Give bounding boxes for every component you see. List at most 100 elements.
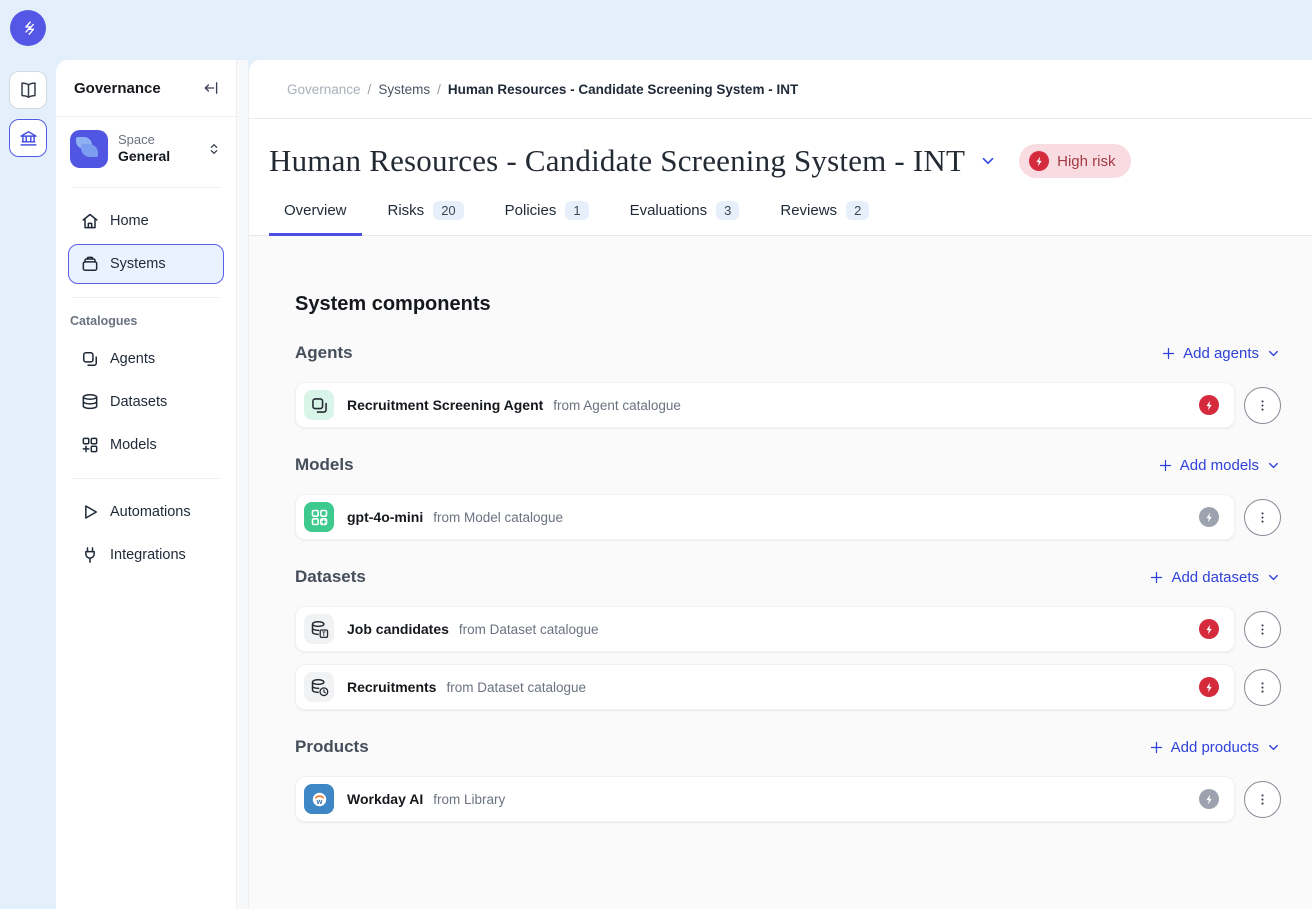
sidebar-item-home[interactable]: Home — [68, 201, 224, 241]
row-menu-button[interactable] — [1244, 611, 1281, 648]
sidebar-item-label: Models — [110, 437, 157, 453]
kebab-menu-icon — [1255, 398, 1270, 413]
sidebar-item-label: Agents — [110, 351, 155, 367]
row-menu-button[interactable] — [1244, 669, 1281, 706]
app-window: Governance Space General — [0, 0, 1312, 909]
datasets-section: Datasets Add datasets — [295, 567, 1281, 710]
product-card[interactable]: w Workday AI from Library — [295, 776, 1235, 822]
sidebar-item-label: Home — [110, 213, 149, 229]
model-grid-icon — [304, 502, 334, 532]
datasets-icon — [80, 392, 100, 412]
tab-evaluations[interactable]: Evaluations 3 — [615, 191, 755, 236]
sidebar-item-label: Automations — [110, 504, 191, 520]
row-menu-button[interactable] — [1244, 781, 1281, 818]
component-name: Recruitment Screening Agent — [347, 397, 543, 413]
plus-icon — [1158, 458, 1173, 473]
sidebar-item-agents[interactable]: Agents — [68, 339, 224, 379]
tab-reviews[interactable]: Reviews 2 — [765, 191, 884, 236]
divider — [72, 297, 220, 298]
governance-rail-button[interactable] — [9, 119, 47, 157]
models-section: Models Add models — [295, 455, 1281, 540]
tab-label: Policies — [505, 202, 557, 219]
chevron-down-icon — [1266, 458, 1281, 473]
dataset-card[interactable]: T Job candidates from Dataset catalogue — [295, 606, 1235, 652]
svg-text:w: w — [315, 797, 322, 806]
divider — [72, 478, 220, 479]
breadcrumb-separator: / — [437, 82, 441, 97]
tab-count-badge: 20 — [433, 201, 463, 220]
tab-label: Reviews — [780, 202, 837, 219]
models-section-title: Models — [295, 455, 354, 475]
automations-icon — [80, 502, 100, 522]
status-bolt-icon — [1199, 395, 1219, 415]
status-bolt-icon — [1199, 507, 1219, 527]
tab-risks[interactable]: Risks 20 — [373, 191, 479, 236]
status-bolt-icon — [1199, 677, 1219, 697]
model-card[interactable]: gpt-4o-mini from Model catalogue — [295, 494, 1235, 540]
component-source: from Dataset catalogue — [446, 680, 586, 695]
dataset-table-icon: T — [304, 614, 334, 644]
overview-content: System components Agents Add agents — [249, 236, 1312, 909]
chevron-down-icon — [1266, 570, 1281, 585]
component-row: Recruitment Screening Agent from Agent c… — [295, 382, 1281, 428]
breadcrumb: Governance / Systems / Human Resources -… — [249, 60, 1312, 119]
products-section-title: Products — [295, 737, 369, 757]
sidebar-item-systems[interactable]: Systems — [68, 244, 224, 284]
component-source: from Agent catalogue — [553, 398, 681, 413]
sidebar-item-datasets[interactable]: Datasets — [68, 382, 224, 422]
add-button-label: Add models — [1180, 457, 1259, 474]
space-icon — [70, 130, 108, 168]
row-menu-button[interactable] — [1244, 387, 1281, 424]
sidebar-scroll-gutter[interactable] — [237, 60, 248, 909]
space-label: Space — [118, 132, 196, 148]
agents-section-title: Agents — [295, 343, 353, 363]
up-down-chevrons-icon — [206, 141, 222, 157]
sidebar-item-integrations[interactable]: Integrations — [68, 535, 224, 575]
space-selector[interactable]: Space General — [70, 130, 222, 168]
sidebar-item-models[interactable]: Models — [68, 425, 224, 465]
add-button-label: Add products — [1171, 739, 1259, 756]
tab-policies[interactable]: Policies 1 — [490, 191, 604, 236]
sidebar-item-automations[interactable]: Automations — [68, 492, 224, 532]
row-menu-button[interactable] — [1244, 499, 1281, 536]
systems-icon — [80, 254, 100, 274]
agents-icon — [80, 349, 100, 369]
component-row: w Workday AI from Library — [295, 776, 1281, 822]
divider — [72, 187, 220, 188]
tab-overview[interactable]: Overview — [269, 191, 362, 236]
component-name: Recruitments — [347, 679, 436, 695]
add-agents-button[interactable]: Add agents — [1161, 345, 1281, 362]
sidebar: Governance Space General — [56, 60, 237, 909]
status-bolt-icon — [1199, 619, 1219, 639]
holistic-ai-logo[interactable] — [10, 10, 46, 46]
component-source: from Dataset catalogue — [459, 622, 599, 637]
chevron-down-icon — [1266, 346, 1281, 361]
high-risk-badge: High risk — [1019, 144, 1130, 178]
library-rail-button[interactable] — [9, 71, 47, 109]
add-models-button[interactable]: Add models — [1158, 457, 1281, 474]
breadcrumb-item-governance[interactable]: Governance — [287, 82, 361, 97]
app-rail — [0, 0, 56, 909]
add-products-button[interactable]: Add products — [1149, 739, 1281, 756]
svg-text:T: T — [322, 631, 326, 637]
title-chevron-down-icon[interactable] — [979, 152, 997, 170]
tab-label: Overview — [284, 202, 347, 219]
agent-card[interactable]: Recruitment Screening Agent from Agent c… — [295, 382, 1235, 428]
dataset-card[interactable]: Recruitments from Dataset catalogue — [295, 664, 1235, 710]
tab-count-badge: 2 — [846, 201, 869, 220]
component-name: Workday AI — [347, 791, 423, 807]
catalogues-section-label: Catalogues — [56, 304, 236, 332]
workday-icon: w — [304, 784, 334, 814]
system-components-heading: System components — [295, 293, 1281, 316]
models-icon — [80, 435, 100, 455]
home-icon — [80, 211, 100, 231]
add-button-label: Add datasets — [1171, 569, 1259, 586]
kebab-menu-icon — [1255, 622, 1270, 637]
add-datasets-button[interactable]: Add datasets — [1149, 569, 1281, 586]
plus-icon — [1149, 740, 1164, 755]
tab-count-badge: 3 — [716, 201, 739, 220]
breadcrumb-item-systems[interactable]: Systems — [378, 82, 430, 97]
collapse-left-icon[interactable] — [202, 79, 220, 97]
component-name: gpt-4o-mini — [347, 509, 423, 525]
dataset-clock-icon — [304, 672, 334, 702]
